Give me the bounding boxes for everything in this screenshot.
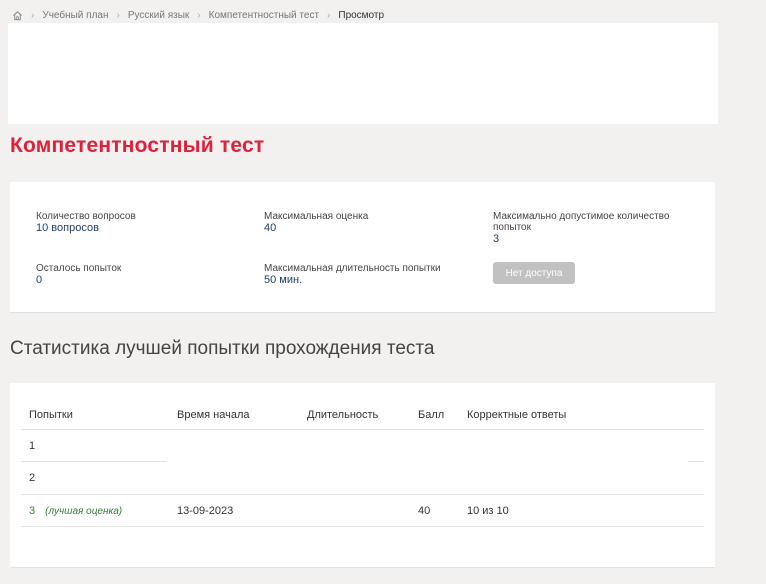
questions-count: Количество вопросов 10 вопросов [36, 211, 136, 235]
table-divider [21, 429, 704, 430]
table-divider [21, 526, 704, 527]
breadcrumb: › Учебный план › Русский язык › Компетен… [12, 10, 384, 21]
breadcrumb-item-curriculum[interactable]: Учебный план [42, 10, 108, 21]
attempt-number: 1 [29, 440, 36, 452]
attempts-left-label: Осталось попыток [36, 263, 122, 274]
max-attempts: Максимально допустимое количество попыто… [493, 211, 673, 246]
questions-count-value: 10 вопросов [36, 222, 99, 234]
attempt-number: 2 [29, 472, 36, 484]
best-score-label: (лучшая оценка) [45, 506, 123, 517]
table-divider [688, 461, 704, 462]
stats-section-title: Статистика лучшей попытки прохождения те… [10, 338, 435, 359]
table-divider [21, 494, 704, 495]
max-duration: Максимальная длительность попытки 50 мин… [264, 263, 441, 287]
no-access-button[interactable]: Нет доступа [493, 262, 575, 284]
banner-panel [8, 23, 718, 124]
column-header-start-time: Время начала [177, 409, 250, 421]
best-attempt-stats-card: Попытки Время начала Длительность Балл К… [10, 383, 715, 568]
attempt-number: 3 [29, 505, 36, 517]
start-time: 13-09-2023 [177, 505, 234, 517]
attempts-left: Осталось попыток 0 [36, 263, 121, 287]
column-header-score: Балл [418, 409, 445, 421]
chevron-right-icon: › [327, 10, 331, 21]
attempts-left-value: 0 [36, 274, 43, 286]
column-header-duration: Длительность [307, 409, 379, 421]
table-divider [21, 461, 167, 462]
max-score-value: 40 [264, 222, 277, 234]
max-attempts-value: 3 [493, 233, 500, 245]
max-attempts-label: Максимально допустимое количество попыто… [493, 211, 670, 233]
max-duration-label: Максимальная длительность попытки [264, 263, 441, 274]
max-score: Максимальная оценка 40 [264, 211, 368, 235]
page-title: Компетентностный тест [10, 134, 265, 157]
score: 40 [418, 505, 431, 517]
column-header-correct-answers: Корректные ответы [467, 409, 567, 421]
chevron-right-icon: › [116, 10, 120, 21]
questions-count-label: Количество вопросов [36, 211, 136, 222]
breadcrumb-item-test[interactable]: Компетентностный тест [209, 10, 319, 21]
breadcrumb-item-subject[interactable]: Русский язык [128, 10, 189, 21]
max-duration-value: 50 мин. [264, 274, 303, 286]
max-score-label: Максимальная оценка [264, 211, 369, 222]
breadcrumb-current: Просмотр [338, 10, 385, 21]
chevron-right-icon: › [31, 10, 35, 21]
chevron-right-icon: › [197, 10, 201, 21]
correct-answers: 10 из 10 [467, 505, 509, 517]
test-info-card: Количество вопросов 10 вопросов Максимал… [10, 182, 715, 313]
column-header-attempts: Попытки [29, 409, 73, 421]
attempt-cell: 3 (лучшая оценка) [29, 505, 122, 517]
home-icon[interactable] [12, 10, 23, 21]
